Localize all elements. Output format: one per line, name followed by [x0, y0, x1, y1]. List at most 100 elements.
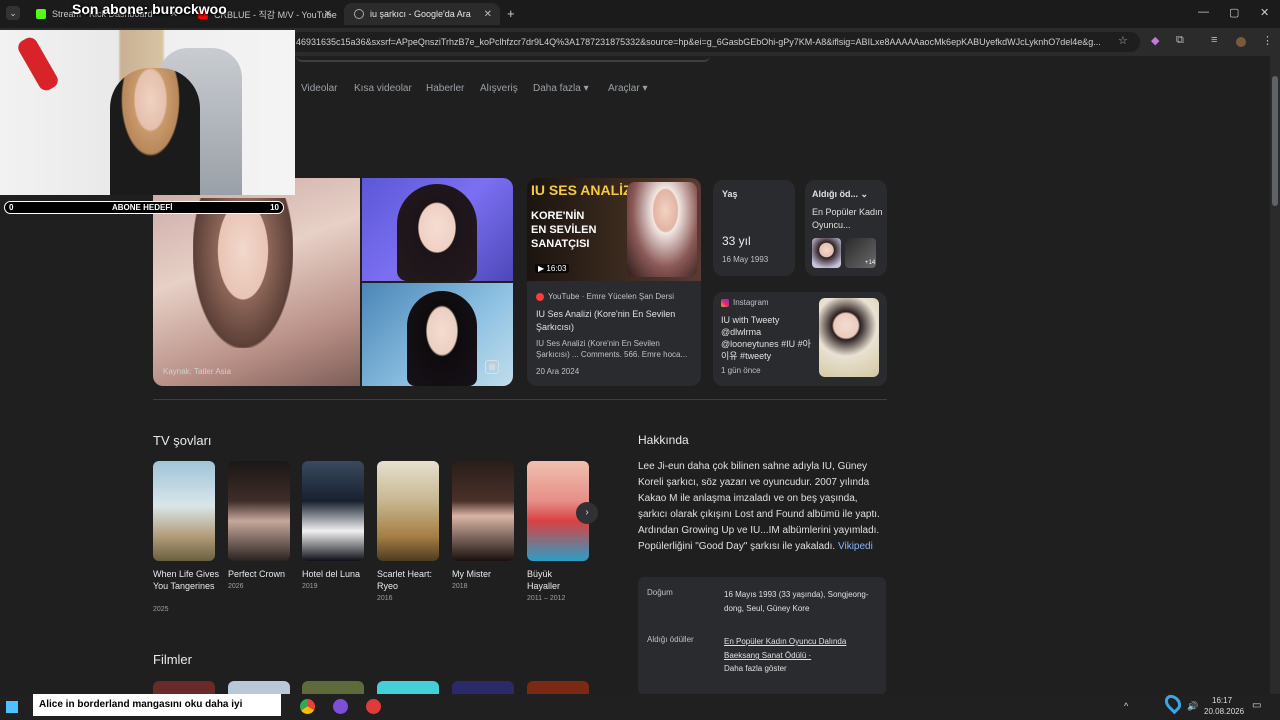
tv-poster[interactable]	[302, 461, 364, 561]
tab-label: iu şarkıcı - Google'da Ara	[370, 9, 471, 19]
awards-value[interactable]: En Popüler Kadın Oyuncu Dalında Baeksang…	[724, 635, 874, 663]
awards-label-text: Aldığı öd...	[812, 189, 858, 199]
instagram-icon	[721, 298, 729, 307]
reading-list-icon[interactable]: ≡	[1211, 34, 1217, 46]
last-subscriber-title: Son abone: burockwoo	[72, 1, 227, 17]
thumb-singer	[627, 182, 697, 277]
film-poster[interactable]	[527, 681, 589, 694]
nav-videos[interactable]: Videolar	[301, 83, 338, 94]
app-icon[interactable]	[333, 699, 348, 714]
scrollbar[interactable]	[1270, 56, 1280, 694]
tv-title[interactable]: My Mister	[452, 568, 522, 580]
chrome-icon[interactable]	[300, 699, 315, 714]
tv-year: 2025	[153, 606, 169, 613]
loading-icon	[354, 9, 364, 19]
thumb-brand: IU SES ANALİZİ	[531, 182, 636, 198]
tv-year: 2026	[228, 583, 244, 590]
new-tab-button[interactable]: +	[507, 6, 515, 21]
award-thumb-1	[812, 238, 841, 268]
minimize-button[interactable]: —	[1198, 6, 1209, 18]
awards-text: En Popüler Kadın Oyuncu...	[812, 207, 883, 230]
profile-avatar[interactable]	[1236, 37, 1246, 47]
tab-google[interactable]: iu şarkıcı - Google'da Ara ✕	[344, 3, 500, 25]
instagram-card[interactable]: Instagram IU with Tweety @dlwlrma @loone…	[713, 292, 887, 386]
tv-title[interactable]: Scarlet Heart: Ryeo	[377, 568, 441, 592]
video-thumbnail[interactable]: IU SES ANALİZİ KORE'NİN EN SEVİLEN SANAT…	[527, 178, 701, 281]
awards-card[interactable]: Aldığı öd... ⌄ En Popüler Kadın Oyuncu..…	[805, 180, 887, 276]
instagram-time: 1 gün önce	[721, 366, 761, 375]
photo-2-face	[397, 184, 477, 281]
film-poster[interactable]	[153, 681, 215, 694]
tv-title[interactable]: Hotel del Luna	[302, 568, 372, 580]
star-icon[interactable]: ☆	[1118, 34, 1128, 47]
menu-icon[interactable]: ⋮	[1262, 34, 1273, 47]
film-poster[interactable]	[302, 681, 364, 694]
tv-title[interactable]: Perfect Crown	[228, 568, 298, 580]
birth-date: 16 May 1993	[722, 255, 769, 264]
tv-poster[interactable]	[153, 461, 215, 561]
photo-3[interactable]: ▦	[362, 283, 513, 386]
instagram-source: Instagram	[721, 298, 769, 307]
close-icon[interactable]: ✕	[324, 9, 332, 20]
film-poster[interactable]	[377, 681, 439, 694]
close-icon[interactable]: ✕	[484, 9, 492, 20]
nav-shopping[interactable]: Alışveriş	[480, 83, 518, 94]
image-search-icon[interactable]: ▦	[485, 360, 499, 374]
nav-tools[interactable]: Araçlar ▾	[608, 83, 647, 94]
show-more-link[interactable]: Daha fazla göster	[724, 664, 787, 673]
start-icon[interactable]	[6, 701, 18, 713]
nav-short-videos[interactable]: Kısa videolar	[354, 83, 412, 94]
puzzle-icon[interactable]: ⧉	[1176, 34, 1184, 47]
film-poster[interactable]	[452, 681, 514, 694]
awards-label: Aldığı öd... ⌄	[812, 188, 868, 201]
close-window-button[interactable]: ✕	[1260, 6, 1269, 19]
video-source: YouTube · Emre Yücelen Şan Dersi	[536, 292, 674, 301]
scrollbar-thumb[interactable]	[1272, 76, 1278, 206]
film-poster[interactable]	[228, 681, 290, 694]
video-source-text: YouTube · Emre Yücelen Şan Dersi	[548, 292, 674, 301]
volume-icon[interactable]: 🔊	[1187, 701, 1198, 712]
duration-badge: ▶ 16:03	[535, 264, 570, 273]
video-card[interactable]: IU SES ANALİZİ KORE'NİN EN SEVİLEN SANAT…	[527, 178, 701, 386]
video-date: 20 Ara 2024	[536, 367, 580, 376]
tv-poster[interactable]	[377, 461, 439, 561]
address-bar[interactable]: 46931635c15a36&sxsrf=APpeQnsziTrhzB7e_ko…	[290, 32, 1140, 52]
photo-2[interactable]	[362, 178, 513, 281]
tray-up-icon[interactable]: ^	[1124, 701, 1128, 711]
tv-section-title: TV şovları	[153, 433, 212, 448]
tv-year: 2018	[452, 583, 468, 590]
clock-date: 20.08.2026	[1204, 707, 1245, 716]
nav-news[interactable]: Haberler	[426, 83, 464, 94]
tv-title[interactable]: Büyük Hayaller	[527, 568, 577, 592]
tab-label: CRBLUE - 직감 M/V - YouTube	[214, 9, 337, 20]
tv-poster[interactable]	[452, 461, 514, 561]
tab-search-button[interactable]: ⌄	[6, 6, 20, 20]
notification-icon[interactable]: ▭	[1252, 700, 1261, 711]
age-label: Yaş	[722, 189, 738, 199]
born-label: Doğum	[647, 588, 673, 597]
instagram-text: IU with Tweety @dlwlrma @looneytunes #IU…	[721, 315, 811, 361]
age-value: 33 yıl	[722, 234, 751, 248]
maximize-button[interactable]: ▢	[1229, 6, 1239, 19]
streamer	[110, 68, 200, 195]
nav-more[interactable]: Daha fazla ▾	[533, 83, 589, 94]
subscriber-goal-bar: 0 ABONE HEDEFİ 10	[4, 201, 284, 214]
instagram-source-text: Instagram	[733, 298, 769, 307]
goal-label: ABONE HEDEFİ	[112, 203, 173, 212]
age-card[interactable]: Yaş 33 yıl 16 May 1993	[713, 180, 795, 276]
thumb-line2: EN SEVİLEN	[531, 224, 597, 236]
video-snippet: IU Ses Analizi (Kore'nin En Sevilen Şark…	[536, 339, 688, 359]
video-title[interactable]: IU Ses Analizi (Kore'nin En Sevilen Şark…	[536, 308, 691, 334]
facts-box: Doğum 16 Mayıs 1993 (33 yaşında), Songje…	[638, 577, 886, 694]
webcam-overlay	[0, 30, 295, 195]
extension-icon[interactable]: ◆	[1151, 34, 1159, 47]
tv-title[interactable]: When Life Gives You Tangerines	[153, 568, 223, 592]
app-icon-2[interactable]	[366, 699, 381, 714]
chevron-down-icon: ⌄	[860, 189, 869, 199]
about-title: Hakkında	[638, 433, 689, 447]
films-section-title: Filmler	[153, 652, 192, 667]
carousel-next-button[interactable]: ›	[576, 502, 598, 524]
wikipedia-link[interactable]: Vikipedi	[838, 541, 873, 552]
location-pin-icon	[1161, 691, 1185, 715]
tv-poster[interactable]	[228, 461, 290, 561]
